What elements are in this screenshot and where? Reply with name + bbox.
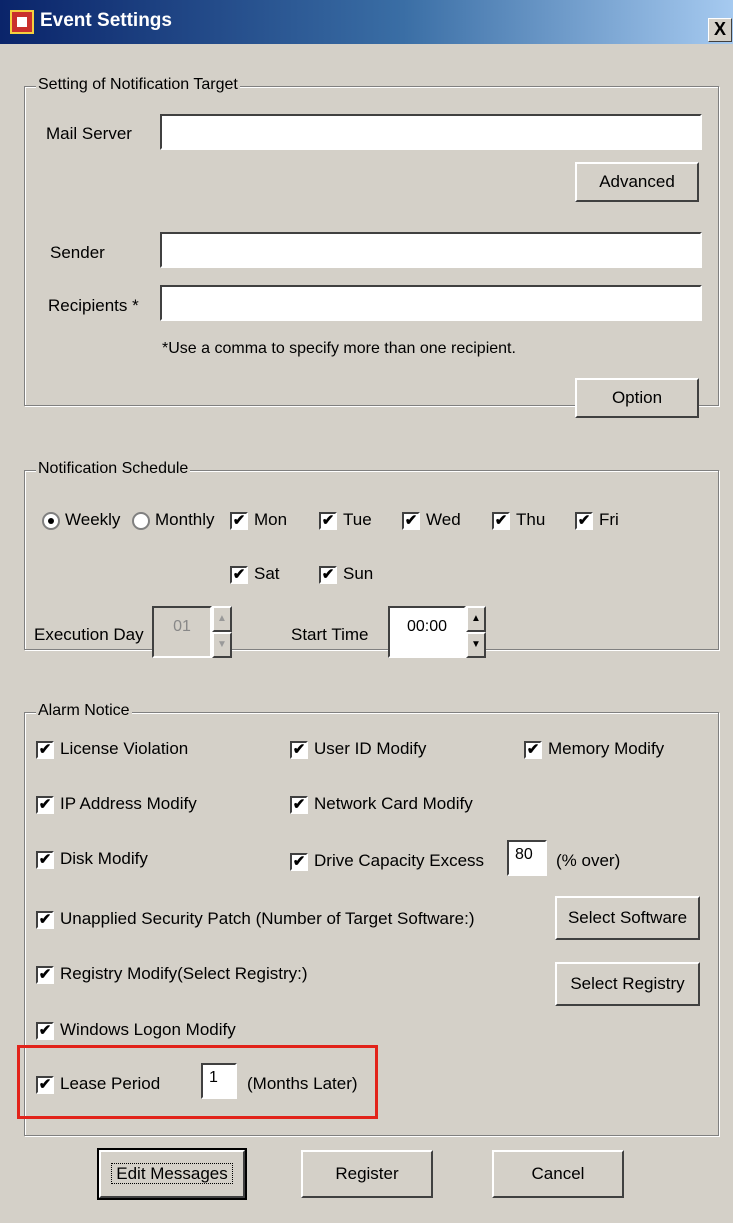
unapplied-patch-label: Unapplied Security Patch (Number of Targ…: [60, 909, 475, 928]
day-checkbox-tue[interactable]: ✔: [319, 512, 337, 530]
day-checkbox-sat[interactable]: ✔: [230, 566, 248, 584]
day-label-tue: Tue: [343, 510, 372, 529]
day-label-sat: Sat: [254, 564, 280, 583]
register-button[interactable]: Register: [301, 1150, 433, 1198]
select-software-button[interactable]: Select Software: [555, 896, 700, 940]
day-label-mon: Mon: [254, 510, 288, 529]
recipients-input[interactable]: [160, 285, 702, 321]
memory-modify-label: Memory Modify: [548, 739, 665, 758]
day-label-fri: Fri: [599, 510, 619, 529]
mail-server-label: Mail Server: [46, 124, 132, 143]
start-time-spin-up[interactable]: ▲: [466, 606, 486, 632]
disk-modify-checkbox[interactable]: ✔: [36, 851, 54, 869]
disk-modify-label: Disk Modify: [60, 849, 148, 868]
license-violation-checkbox[interactable]: ✔: [36, 741, 54, 759]
window-title: Event Settings: [40, 10, 172, 31]
select-registry-button[interactable]: Select Registry: [555, 962, 700, 1006]
ip-address-modify-checkbox[interactable]: ✔: [36, 796, 54, 814]
ip-address-modify-label: IP Address Modify: [60, 794, 197, 813]
user-id-modify-label: User ID Modify: [314, 739, 427, 758]
registry-modify-label: Registry Modify(Select Registry:): [60, 964, 308, 983]
execution-day-label: Execution Day: [34, 625, 144, 644]
notification-target-legend: Setting of Notification Target: [36, 76, 240, 94]
license-violation-label: License Violation: [60, 739, 189, 758]
recipients-label: Recipients *: [48, 296, 139, 315]
drive-capacity-excess-checkbox[interactable]: ✔: [290, 853, 308, 871]
day-label-sun: Sun: [343, 564, 374, 583]
network-card-modify-checkbox[interactable]: ✔: [290, 796, 308, 814]
unapplied-patch-checkbox[interactable]: ✔: [36, 911, 54, 929]
edit-messages-button[interactable]: Edit Messages: [97, 1148, 247, 1200]
alarm-notice-legend: Alarm Notice: [36, 702, 132, 720]
day-label-thu: Thu: [516, 510, 546, 529]
sender-input[interactable]: [160, 232, 702, 268]
drive-capacity-excess-label: Drive Capacity Excess: [314, 851, 485, 870]
start-time-label: Start Time: [291, 625, 369, 644]
day-checkbox-sun[interactable]: ✔: [319, 566, 337, 584]
monthly-radio[interactable]: [132, 512, 150, 530]
notification-schedule-group: [24, 470, 719, 650]
weekly-label: Weekly: [65, 510, 121, 529]
network-card-modify-label: Network Card Modify: [314, 794, 473, 813]
recipients-hint: *Use a comma to specify more than one re…: [162, 340, 516, 357]
app-icon: [10, 10, 34, 34]
option-button[interactable]: Option: [575, 378, 699, 418]
drive-capacity-unit: (% over): [556, 851, 621, 870]
execution-day-spin-up[interactable]: ▲: [212, 606, 232, 632]
start-time-spin-down[interactable]: ▼: [466, 632, 486, 658]
day-checkbox-fri[interactable]: ✔: [575, 512, 593, 530]
notification-schedule-legend: Notification Schedule: [36, 460, 191, 478]
day-checkbox-wed[interactable]: ✔: [402, 512, 420, 530]
registry-modify-checkbox[interactable]: ✔: [36, 966, 54, 984]
start-time-input[interactable]: 00:00: [388, 606, 466, 658]
day-checkbox-thu[interactable]: ✔: [492, 512, 510, 530]
execution-day-spin-down[interactable]: ▼: [212, 632, 232, 658]
drive-capacity-input[interactable]: 80: [507, 840, 547, 876]
mail-server-input[interactable]: [160, 114, 702, 150]
advanced-button[interactable]: Advanced: [575, 162, 699, 202]
memory-modify-checkbox[interactable]: ✔: [524, 741, 542, 759]
lease-period-highlight: [17, 1045, 378, 1119]
day-label-wed: Wed: [426, 510, 461, 529]
user-id-modify-checkbox[interactable]: ✔: [290, 741, 308, 759]
windows-logon-modify-label: Windows Logon Modify: [60, 1020, 236, 1039]
weekly-radio[interactable]: [42, 512, 60, 530]
edit-messages-label: Edit Messages: [111, 1163, 233, 1184]
windows-logon-modify-checkbox[interactable]: ✔: [36, 1022, 54, 1040]
title-bar: Event Settings X: [0, 0, 733, 44]
sender-label: Sender: [50, 243, 105, 262]
monthly-label: Monthly: [155, 510, 215, 529]
day-checkbox-mon[interactable]: ✔: [230, 512, 248, 530]
execution-day-input[interactable]: 01: [152, 606, 212, 658]
cancel-button[interactable]: Cancel: [492, 1150, 624, 1198]
close-button[interactable]: X: [708, 18, 732, 42]
